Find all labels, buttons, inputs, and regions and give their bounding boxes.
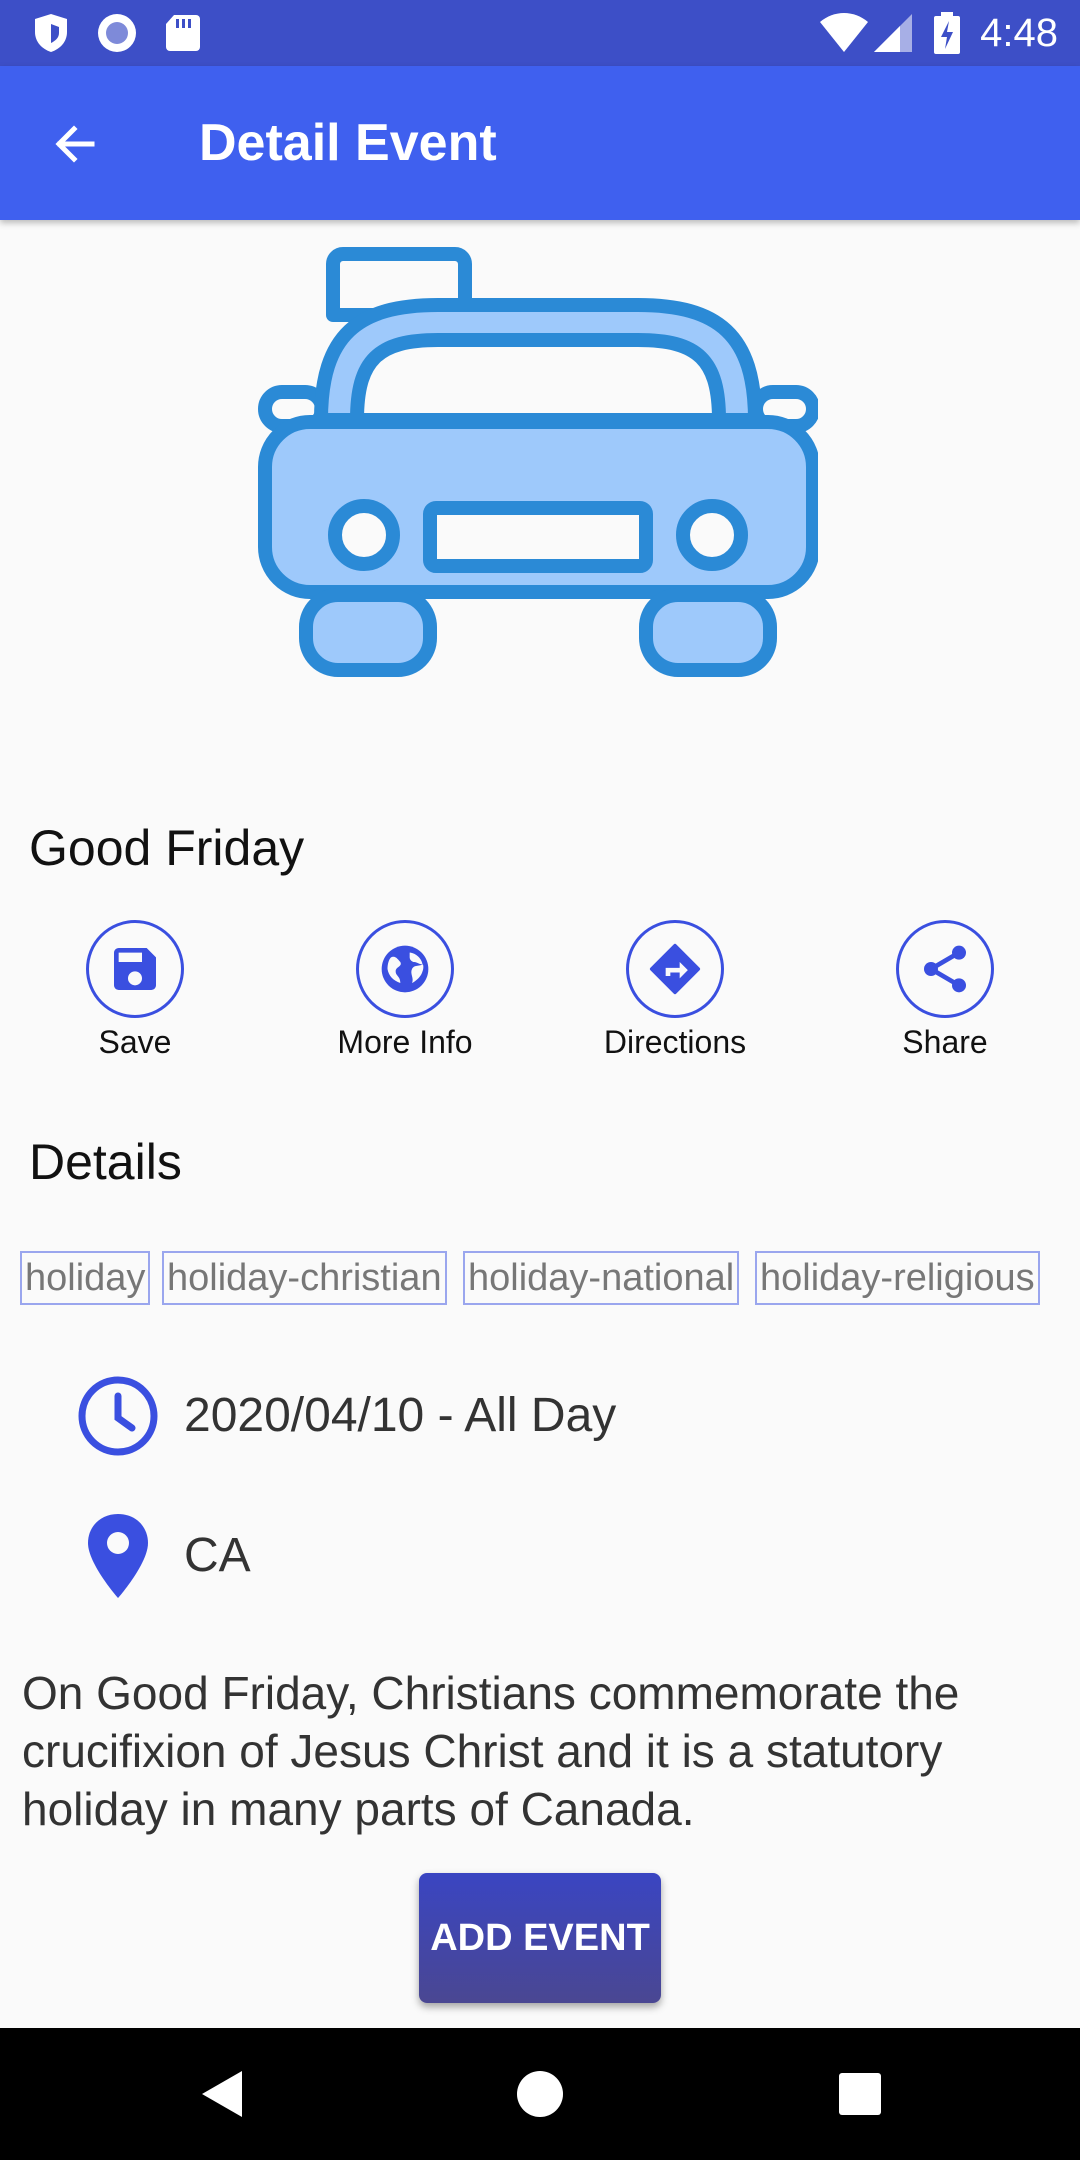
home-circle-icon[interactable] xyxy=(505,2059,575,2129)
globe-icon-circle[interactable] xyxy=(356,920,454,1018)
more-info-label: More Info xyxy=(337,1024,473,1060)
details-heading: Details xyxy=(29,1134,182,1190)
save-icon xyxy=(114,948,156,990)
clock-time: 4:48 xyxy=(980,11,1058,55)
signal-icon xyxy=(874,14,912,52)
event-description: On Good Friday, Christians commemorate t… xyxy=(22,1667,960,1835)
event-date: 2020/04/10 - All Day xyxy=(184,1389,617,1442)
tag-holiday-national[interactable]: holiday-national xyxy=(463,1251,740,1305)
date-row: 2020/04/10 - All Day xyxy=(0,1374,1080,1474)
tag-holiday-religious[interactable]: holiday-religious xyxy=(755,1251,1040,1305)
globe-icon xyxy=(381,945,429,993)
add-event-button[interactable]: ADD EVENT xyxy=(419,1873,661,2003)
share-icon xyxy=(924,945,966,993)
tag-holiday-christian[interactable]: holiday-christian xyxy=(162,1251,447,1305)
share-icon-circle[interactable] xyxy=(896,920,994,1018)
event-title: Good Friday xyxy=(29,820,305,876)
back-triangle-icon[interactable] xyxy=(186,2059,256,2129)
arrow-back-icon[interactable] xyxy=(44,113,106,175)
shield-icon xyxy=(35,14,67,52)
status-bar: 4:48 xyxy=(0,0,1080,66)
save-button[interactable]: Save xyxy=(45,920,225,1070)
directions-label: Directions xyxy=(603,1024,747,1060)
recents-square-icon[interactable] xyxy=(825,2059,895,2129)
save-icon-circle[interactable] xyxy=(86,920,184,1018)
location-pin-icon xyxy=(88,1514,148,1598)
app-bar: Detail Event xyxy=(0,66,1080,220)
car-icon xyxy=(258,247,818,677)
directions-button[interactable]: Directions xyxy=(585,920,765,1070)
record-icon xyxy=(98,14,136,52)
more-info-button[interactable]: More Info xyxy=(315,920,495,1070)
save-label: Save xyxy=(98,1024,172,1060)
system-nav-bar xyxy=(0,2028,1080,2160)
share-label: Share xyxy=(902,1024,988,1060)
share-button[interactable]: Share xyxy=(855,920,1035,1070)
directions-icon xyxy=(649,943,701,995)
location-row: CA xyxy=(0,1510,1080,1610)
wifi-icon xyxy=(820,13,868,52)
clock-icon xyxy=(78,1376,158,1456)
directions-icon-circle[interactable] xyxy=(626,920,724,1018)
event-location: CA xyxy=(184,1529,251,1582)
battery-charging-icon xyxy=(934,12,960,54)
page-title: Detail Event xyxy=(199,114,497,172)
sd-card-icon xyxy=(166,15,200,51)
tag-holiday[interactable]: holiday xyxy=(20,1251,151,1305)
